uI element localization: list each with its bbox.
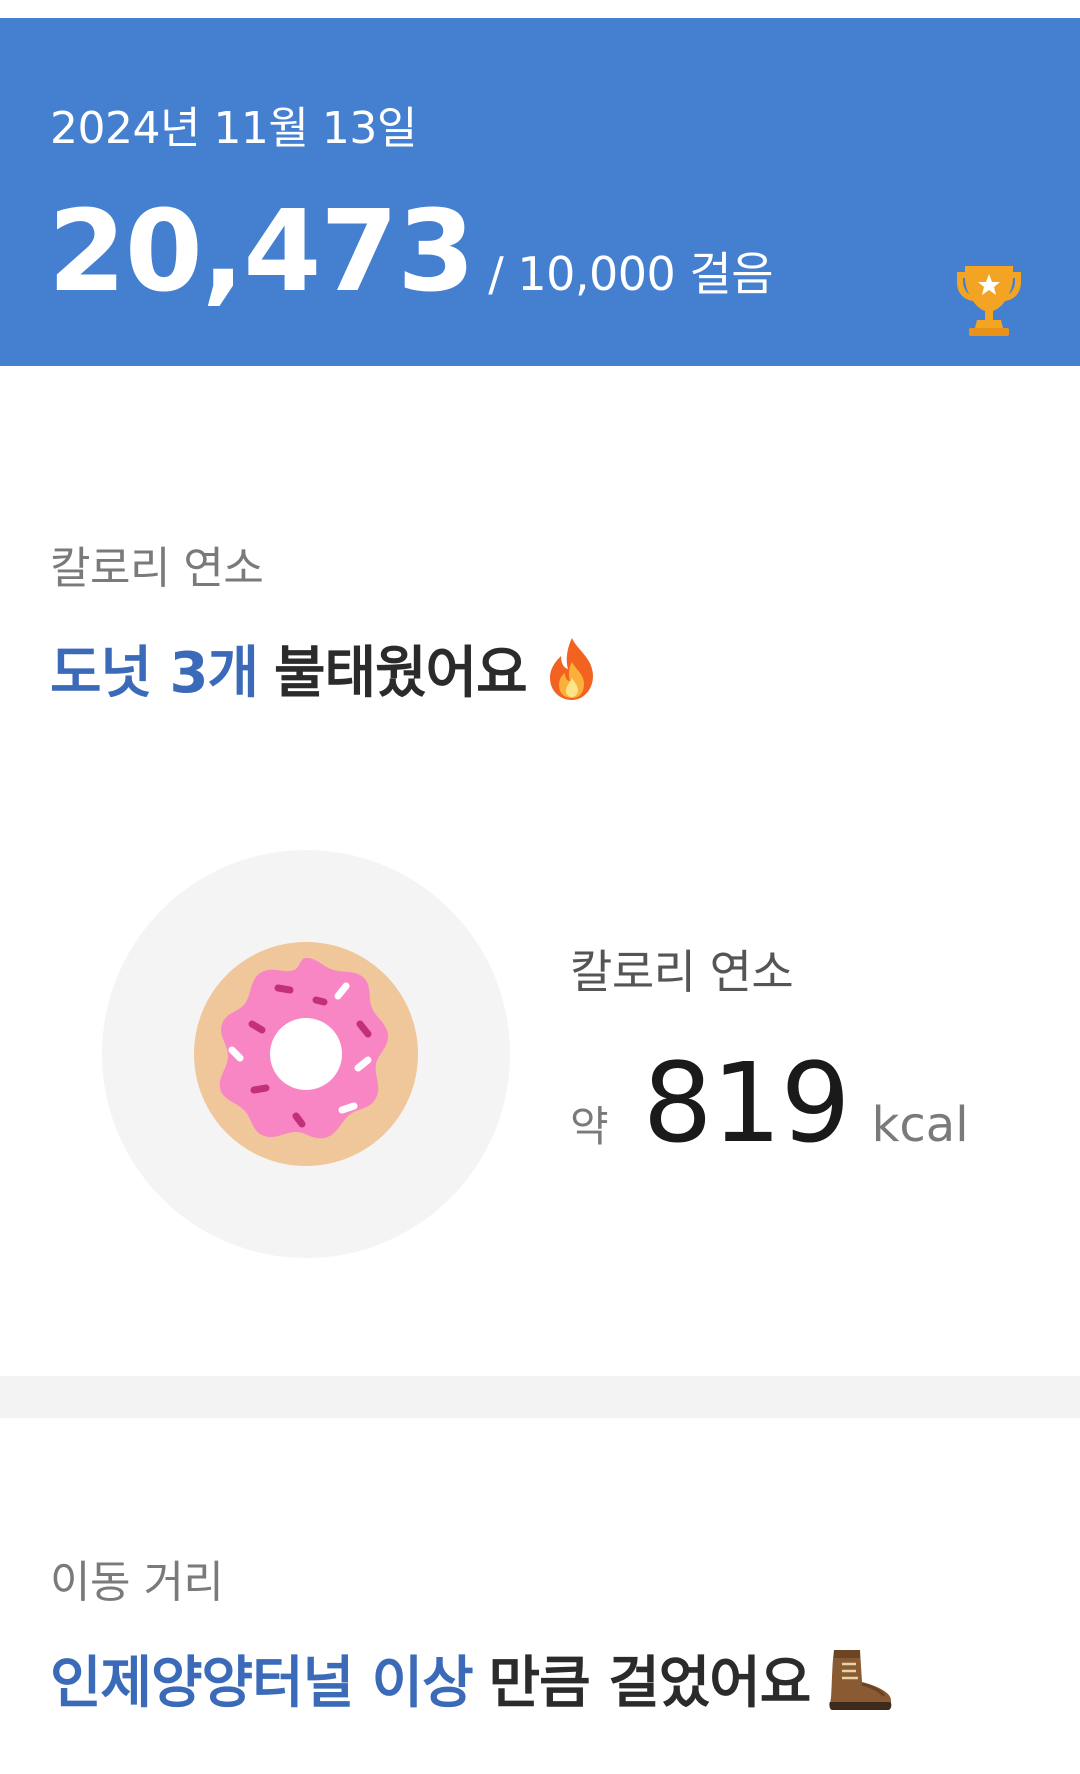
distance-headline-text: 만큼 걸었어요 [488, 1651, 812, 1716]
boot-icon [826, 1644, 896, 1714]
calorie-headline-accent: 도넛 3개 [50, 641, 259, 706]
calorie-headline: 도넛 3개 불태웠어요 [50, 628, 601, 709]
top-gap [0, 0, 1080, 18]
distance-headline: 인제양양터널 이상 만큼 걸었어요 [50, 1638, 896, 1719]
section-divider [0, 1376, 1080, 1418]
kcal-value: 819 [642, 1039, 851, 1167]
kcal-readout: 약 819 kcal [570, 1048, 969, 1158]
kcal-unit: kcal [871, 1097, 969, 1153]
steps-header: 2024년 11월 13일 20,473 / 10,000 걸음 [0, 18, 1080, 366]
steps-goal: / 10,000 걸음 [488, 247, 774, 301]
calorie-headline-text: 불태웠어요 [274, 641, 528, 706]
trophy-icon [957, 266, 1021, 336]
distance-section-label: 이동 거리 [50, 1557, 224, 1608]
steps-count: 20,473 [48, 187, 475, 317]
steps-summary: 20,473 / 10,000 걸음 [48, 187, 774, 317]
kcal-card-label: 칼로리 연소 [570, 945, 794, 999]
distance-section: 이동 거리 인제양양터널 이상 만큼 걸었어요 [0, 1418, 1080, 1774]
donut-icon [194, 942, 418, 1166]
kcal-prefix: 약 [570, 1102, 609, 1151]
fire-icon [543, 636, 601, 702]
calorie-section: 칼로리 연소 도넛 3개 불태웠어요 칼로리 연소 약 819 kcal [0, 366, 1080, 1376]
distance-headline-accent: 인제양양터널 이상 [50, 1651, 474, 1716]
calorie-section-label: 칼로리 연소 [50, 543, 264, 594]
date-label: 2024년 11월 13일 [50, 103, 417, 154]
